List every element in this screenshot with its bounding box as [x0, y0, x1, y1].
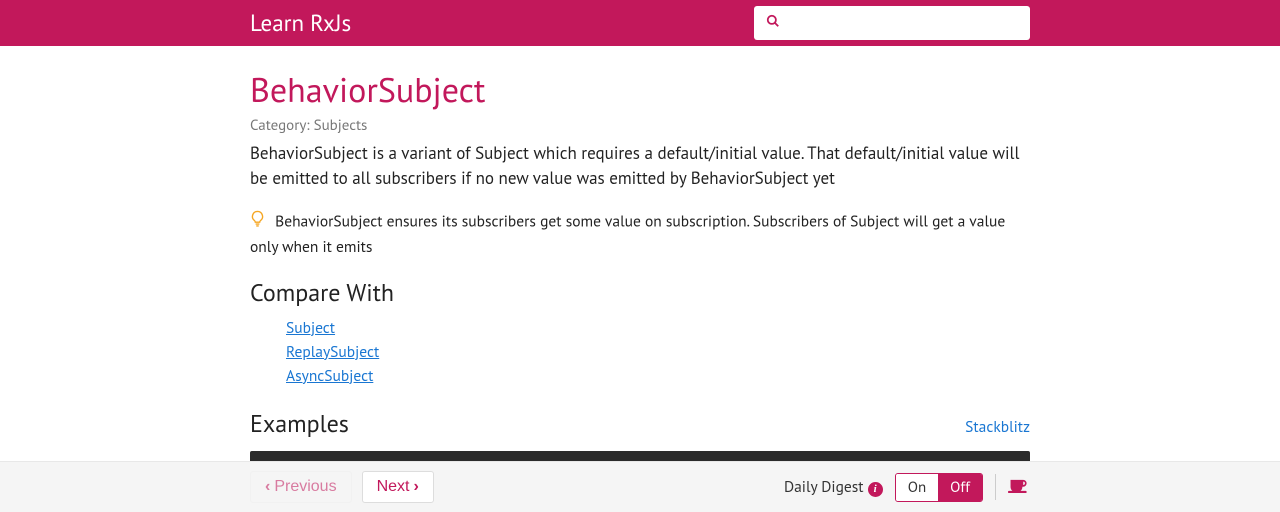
top-header: Learn RxJs — [0, 0, 1280, 46]
description-text: BehaviorSubject is a variant of Subject … — [250, 141, 1030, 190]
page-title: BehaviorSubject — [250, 68, 1030, 112]
compare-heading: Compare With — [250, 277, 1030, 308]
compare-link-subject[interactable]: Subject — [286, 318, 335, 338]
list-item: AsyncSubject — [286, 366, 1030, 386]
examples-header-row: Examples Stackblitz — [250, 408, 1030, 439]
examples-heading: Examples — [250, 408, 349, 439]
chevron-left-icon: ‹ — [265, 478, 270, 496]
digest-text: Daily Digest — [784, 477, 864, 497]
info-icon[interactable]: i — [868, 482, 883, 497]
toggle-off[interactable]: Off — [938, 474, 982, 501]
nav-buttons: ‹ Previous Next › — [250, 471, 434, 503]
footer-bar: ‹ Previous Next › Daily Digest i On Off — [0, 461, 1280, 512]
main-content: BehaviorSubject Category: Subjects Behav… — [250, 46, 1030, 511]
category-label: Category: Subjects — [250, 116, 1030, 135]
compare-link-asyncsubject[interactable]: AsyncSubject — [286, 366, 373, 386]
footer-right: Daily Digest i On Off — [784, 473, 1030, 502]
footer-inner: ‹ Previous Next › Daily Digest i On Off — [250, 471, 1030, 503]
tip-block: BehaviorSubject ensures its subscribers … — [250, 210, 1030, 259]
search-box[interactable] — [754, 6, 1030, 40]
previous-button: ‹ Previous — [250, 471, 352, 503]
compare-list: Subject ReplaySubject AsyncSubject — [250, 318, 1030, 386]
list-item: ReplaySubject — [286, 342, 1030, 362]
divider — [995, 474, 996, 500]
search-input[interactable] — [788, 15, 1018, 31]
list-item: Subject — [286, 318, 1030, 338]
next-button[interactable]: Next › — [362, 471, 434, 503]
toggle-on[interactable]: On — [896, 474, 938, 501]
lightbulb-icon — [250, 210, 265, 235]
digest-label: Daily Digest i — [784, 477, 883, 497]
tip-text: BehaviorSubject ensures its subscribers … — [250, 212, 1005, 257]
compare-link-replaysubject[interactable]: ReplaySubject — [286, 342, 379, 362]
stackblitz-link[interactable]: Stackblitz — [965, 417, 1030, 437]
coffee-icon[interactable] — [1008, 474, 1030, 500]
header-inner: Learn RxJs — [250, 6, 1030, 40]
search-icon — [766, 14, 780, 32]
next-label: Next — [377, 478, 410, 496]
site-title[interactable]: Learn RxJs — [250, 9, 351, 38]
chevron-right-icon: › — [413, 478, 418, 496]
previous-label: Previous — [274, 478, 336, 496]
digest-toggle[interactable]: On Off — [895, 473, 983, 502]
